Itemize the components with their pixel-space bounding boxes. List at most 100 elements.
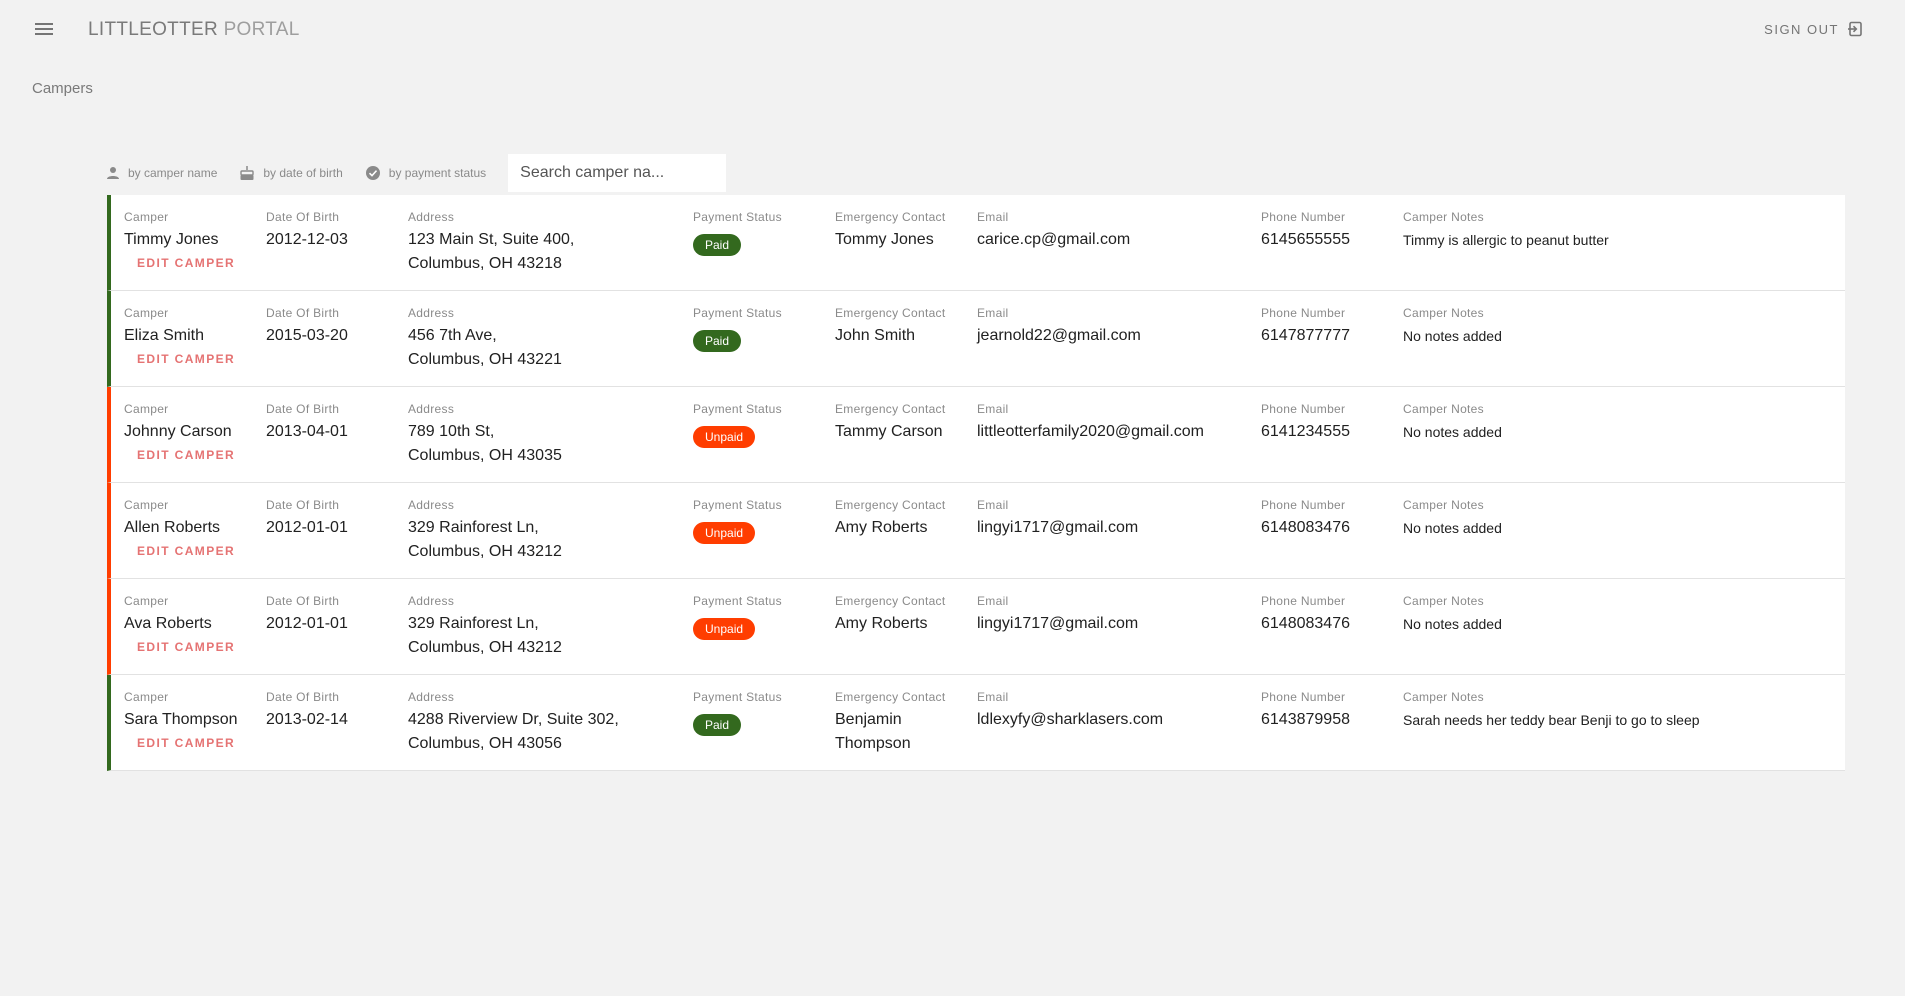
notes-cell: Camper Notes Timmy is allergic to peanut… xyxy=(1403,210,1609,252)
email-label: Email xyxy=(977,210,1009,224)
notes-cell: Camper Notes No notes added xyxy=(1403,402,1502,444)
camper-label: Camper xyxy=(124,306,169,320)
edit-camper-button[interactable]: EDIT CAMPER xyxy=(137,544,235,558)
dob-value: 2012-01-01 xyxy=(266,615,348,632)
phone-cell: Phone Number 6143879958 xyxy=(1261,690,1350,732)
payment-label: Payment Status xyxy=(693,210,782,224)
phone-value: 6148083476 xyxy=(1261,519,1350,536)
phone-label: Phone Number xyxy=(1261,594,1346,608)
filter-by-payment-status-label: by payment status xyxy=(388,166,487,180)
edit-camper-button[interactable]: EDIT CAMPER xyxy=(137,448,235,462)
emergency-contact-cell: Emergency Contact Amy Roberts xyxy=(835,594,965,636)
notes-value: No notes added xyxy=(1403,520,1502,536)
notes-label: Camper Notes xyxy=(1403,306,1484,320)
address-line2: Columbus, OH 43218 xyxy=(408,255,562,272)
dob-label: Date Of Birth xyxy=(266,690,340,704)
email-label: Email xyxy=(977,690,1009,704)
payment-status-badge: Paid xyxy=(693,714,742,736)
camper-name: Johnny Carson xyxy=(124,423,232,440)
dob-label: Date Of Birth xyxy=(266,402,340,416)
payment-status-badge: Unpaid xyxy=(693,522,756,544)
emergency-contact-cell: Emergency Contact Tammy Carson xyxy=(835,402,965,444)
edit-camper-button[interactable]: EDIT CAMPER xyxy=(137,352,235,366)
dob-label: Date Of Birth xyxy=(266,594,340,608)
address-label: Address xyxy=(408,690,455,704)
filter-by-date-of-birth-label: by date of birth xyxy=(263,166,343,180)
emergency-contact-label: Emergency Contact xyxy=(835,306,946,320)
camper-row: Camper Eliza Smith EDIT CAMPER Date Of B… xyxy=(107,291,1845,387)
camper-cell: Camper Ava Roberts EDIT CAMPER xyxy=(124,594,235,656)
edit-camper-button[interactable]: EDIT CAMPER xyxy=(137,736,235,750)
address-cell: Address 789 10th St, Columbus, OH 43035 xyxy=(408,402,562,468)
payment-cell: Payment Status Unpaid xyxy=(693,594,782,640)
payment-cell: Payment Status Unpaid xyxy=(693,498,782,544)
address-line2: Columbus, OH 43212 xyxy=(408,543,562,560)
search-camper-input[interactable] xyxy=(508,154,727,192)
phone-cell: Phone Number 6141234555 xyxy=(1261,402,1350,444)
email-label: Email xyxy=(977,594,1009,608)
address-line1: 4288 Riverview Dr, Suite 302, xyxy=(408,711,619,728)
address-line2: Columbus, OH 43056 xyxy=(408,735,562,752)
address-cell: Address 329 Rainforest Ln, Columbus, OH … xyxy=(408,498,562,564)
notes-label: Camper Notes xyxy=(1403,690,1484,704)
emergency-contact-cell: Emergency Contact John Smith xyxy=(835,306,965,348)
camper-label: Camper xyxy=(124,594,169,608)
address-label: Address xyxy=(408,210,455,224)
camper-row: Camper Timmy Jones EDIT CAMPER Date Of B… xyxy=(107,195,1845,291)
address-line1: 123 Main St, Suite 400, xyxy=(408,231,575,248)
check-circle-icon xyxy=(365,166,380,180)
dob-value: 2012-12-03 xyxy=(266,231,348,248)
camper-name: Timmy Jones xyxy=(124,231,219,248)
email-cell: Email carice.cp@gmail.com xyxy=(977,210,1130,252)
emergency-contact-value: Benjamin Thompson xyxy=(835,711,911,752)
email-label: Email xyxy=(977,498,1009,512)
notes-cell: Camper Notes No notes added xyxy=(1403,498,1502,540)
payment-cell: Payment Status Unpaid xyxy=(693,402,782,448)
phone-cell: Phone Number 6148083476 xyxy=(1261,498,1350,540)
dob-label: Date Of Birth xyxy=(266,306,340,320)
address-label: Address xyxy=(408,594,455,608)
notes-cell: Camper Notes No notes added xyxy=(1403,306,1502,348)
phone-cell: Phone Number 6147877777 xyxy=(1261,306,1350,348)
notes-value: Sarah needs her teddy bear Benji to go t… xyxy=(1403,712,1700,728)
email-value: lingyi1717@gmail.com xyxy=(977,615,1139,632)
address-cell: Address 329 Rainforest Ln, Columbus, OH … xyxy=(408,594,562,660)
emergency-contact-value: Amy Roberts xyxy=(835,615,928,632)
hamburger-menu-icon[interactable] xyxy=(32,20,56,40)
dob-cell: Date Of Birth 2012-12-03 xyxy=(266,210,348,252)
payment-label: Payment Status xyxy=(693,690,782,704)
camper-name: Ava Roberts xyxy=(124,615,212,632)
filter-by-date-of-birth[interactable]: by date of birth xyxy=(239,165,343,181)
address-label: Address xyxy=(408,306,455,320)
top-app-bar: LITTLEOTTER PORTAL SIGN OUT xyxy=(0,0,1905,60)
payment-label: Payment Status xyxy=(693,594,782,608)
payment-cell: Payment Status Paid xyxy=(693,306,782,352)
emergency-contact-label: Emergency Contact xyxy=(835,210,946,224)
email-label: Email xyxy=(977,306,1009,320)
sign-out-button[interactable]: SIGN OUT xyxy=(1764,21,1863,37)
dob-label: Date Of Birth xyxy=(266,498,340,512)
emergency-contact-cell: Emergency Contact Amy Roberts xyxy=(835,498,965,540)
email-cell: Email littleotterfamily2020@gmail.com xyxy=(977,402,1204,444)
campers-table: Camper Timmy Jones EDIT CAMPER Date Of B… xyxy=(107,195,1845,771)
emergency-contact-label: Emergency Contact xyxy=(835,594,946,608)
edit-camper-button[interactable]: EDIT CAMPER xyxy=(137,640,235,654)
phone-label: Phone Number xyxy=(1261,210,1346,224)
notes-label: Camper Notes xyxy=(1403,594,1484,608)
emergency-contact-label: Emergency Contact xyxy=(835,690,946,704)
address-cell: Address 4288 Riverview Dr, Suite 302, Co… xyxy=(408,690,619,756)
address-line2: Columbus, OH 43035 xyxy=(408,447,562,464)
page-title: Campers xyxy=(32,80,93,97)
notes-value: No notes added xyxy=(1403,328,1502,344)
camper-cell: Camper Sara Thompson EDIT CAMPER xyxy=(124,690,238,752)
payment-label: Payment Status xyxy=(693,306,782,320)
emergency-contact-value: Tommy Jones xyxy=(835,231,934,248)
filter-by-camper-name[interactable]: by camper name xyxy=(106,166,217,180)
address-line2: Columbus, OH 43212 xyxy=(408,639,562,656)
camper-row: Camper Sara Thompson EDIT CAMPER Date Of… xyxy=(107,675,1845,771)
emergency-contact-label: Emergency Contact xyxy=(835,498,946,512)
address-line1: 329 Rainforest Ln, xyxy=(408,615,539,632)
filter-by-payment-status[interactable]: by payment status xyxy=(365,165,486,181)
dob-cell: Date Of Birth 2012-01-01 xyxy=(266,594,348,636)
edit-camper-button[interactable]: EDIT CAMPER xyxy=(137,256,235,270)
